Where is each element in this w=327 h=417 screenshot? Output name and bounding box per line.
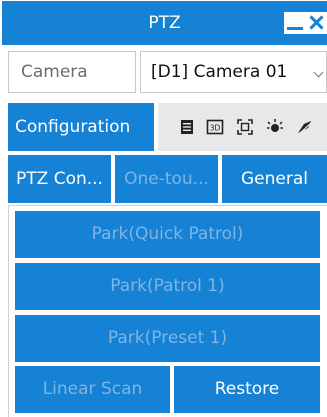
wiper-icon[interactable] [296, 118, 314, 136]
window-title: PTZ [148, 13, 181, 33]
park-preset-1-button[interactable]: Park(Preset 1) [15, 315, 320, 362]
camera-row: Camera [D1] Camera 01 [8, 51, 327, 93]
park-quick-patrol-button[interactable]: Park(Quick Patrol) [15, 211, 320, 258]
linear-scan-button[interactable]: Linear Scan [15, 366, 170, 413]
camera-select-value: [D1] Camera 01 [151, 62, 288, 82]
minimize-icon[interactable] [284, 12, 306, 34]
light-icon[interactable] [266, 118, 284, 136]
tab-general[interactable]: General [222, 155, 327, 203]
tab-bar: PTZ Con... One-tou... General [8, 155, 327, 203]
camera-label: Camera [8, 51, 136, 93]
menu-icon[interactable] [178, 118, 196, 136]
svg-text:3D: 3D [210, 124, 221, 133]
park-patrol-1-button[interactable]: Park(Patrol 1) [15, 263, 320, 310]
focus-frame-icon[interactable] [236, 118, 254, 136]
camera-select[interactable]: [D1] Camera 01 [140, 51, 327, 93]
chevron-down-icon [313, 67, 324, 78]
close-icon[interactable] [306, 12, 327, 34]
general-panel: Park(Quick Patrol) Park(Patrol 1) Park(P… [8, 205, 327, 417]
restore-button[interactable]: Restore [174, 366, 320, 413]
tab-one-touch[interactable]: One-tou... [115, 155, 218, 203]
configuration-button[interactable]: Configuration [8, 103, 154, 151]
3d-icon[interactable]: 3D [206, 118, 224, 136]
tab-ptz-control[interactable]: PTZ Con... [8, 155, 111, 203]
ptz-tool-icons: 3D [158, 103, 327, 151]
title-bar: PTZ [2, 1, 327, 45]
